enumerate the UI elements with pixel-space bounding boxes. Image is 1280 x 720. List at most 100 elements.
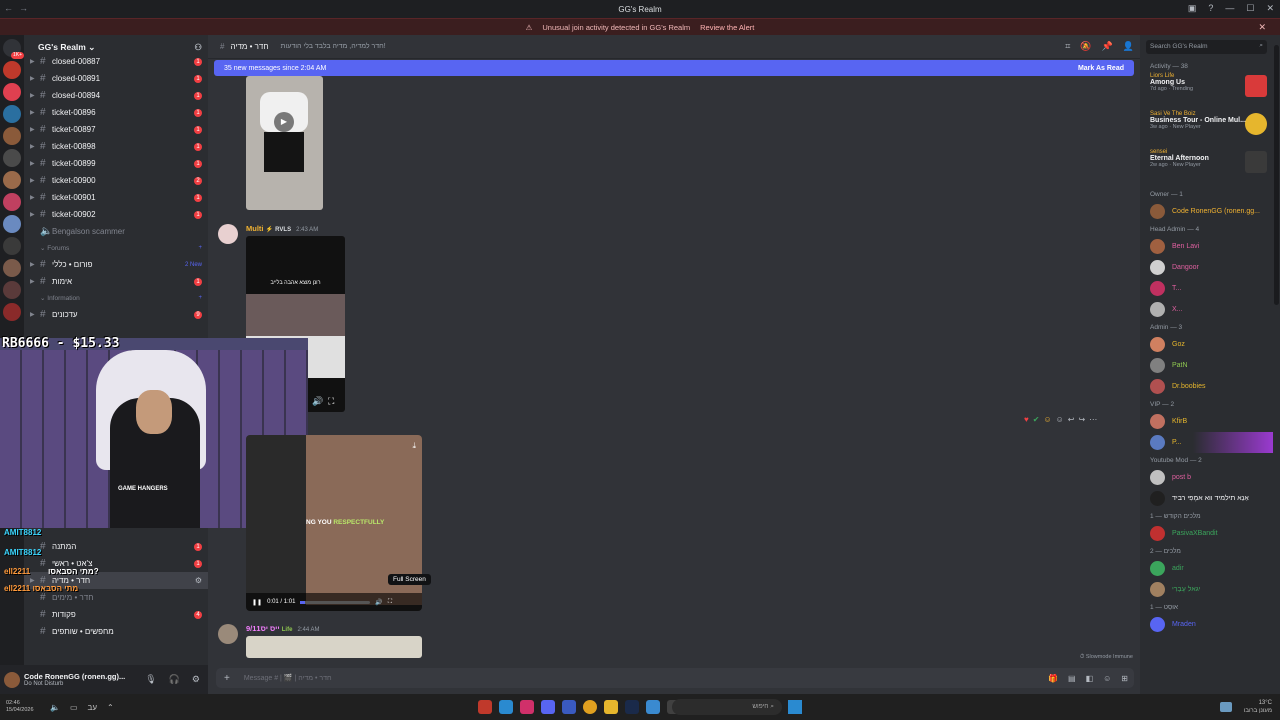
speaker-icon[interactable]: 🔈 (50, 703, 60, 712)
channel-item[interactable]: ▶ # ticket-00899 1 (24, 155, 208, 172)
channel-item[interactable]: ▶ # ticket-00901 1 (24, 189, 208, 206)
discord-app-icon[interactable] (541, 700, 555, 714)
channel-item[interactable]: ▶ # ticket-00898 1 (24, 138, 208, 155)
page-scrollbar[interactable] (1273, 35, 1280, 694)
app-icon[interactable] (499, 700, 513, 714)
add-reaction-icon[interactable]: ☺ (1056, 415, 1064, 424)
server-icon[interactable] (3, 171, 21, 189)
server-icon[interactable] (3, 105, 21, 123)
member-item[interactable]: יגאל עָבְרִי (1140, 579, 1273, 600)
member-item[interactable]: PatN (1140, 355, 1273, 376)
apps-icon[interactable]: ⊞ (1121, 674, 1128, 683)
steam-icon[interactable] (625, 700, 639, 714)
activity-card[interactable]: Liors Life Among Us 7d ago · Trending (1140, 73, 1273, 111)
channel-item[interactable]: ▶ # עדכונים 9 (24, 306, 208, 323)
close-alert-icon[interactable]: ✕ (1258, 22, 1266, 33)
server-icon[interactable] (3, 303, 21, 321)
voice-channel[interactable]: 🔈 Bengalson scammer (24, 223, 208, 240)
forward-arrow-icon[interactable]: → (19, 3, 28, 13)
pause-icon[interactable]: ❚❚ (252, 599, 262, 606)
channel-item[interactable]: ▶ # closed-00891 1 (24, 70, 208, 87)
emoji-react-icon[interactable]: ☺ (1043, 415, 1051, 424)
inbox-icon[interactable]: ▣ (1188, 3, 1197, 14)
member-item[interactable]: X... (1140, 299, 1273, 320)
avatar[interactable] (4, 671, 20, 688)
close-window-button[interactable]: ✕ (1266, 3, 1274, 14)
new-messages-bar[interactable]: 35 new messages since 2:04 AM Mark As Re… (214, 60, 1134, 76)
video-thumbnail[interactable]: ▶ (246, 76, 323, 210)
channel-item[interactable]: ▶ # פורום • כללי 2 New (24, 256, 208, 273)
channel-item[interactable]: ▶ # אימות 1 (24, 273, 208, 290)
member-item[interactable]: post b (1140, 467, 1273, 488)
channel-topic[interactable]: חדר למדיה, מדיה בלבד בלי הודעות! (281, 43, 386, 50)
member-item[interactable]: Mraden (1140, 614, 1273, 635)
chevron-up-icon[interactable]: ⌃ (107, 703, 114, 712)
channel-item[interactable]: ▶ # ticket-00897 1 (24, 121, 208, 138)
maximize-button[interactable]: ☐ (1246, 3, 1254, 14)
gear-icon[interactable]: ⚙ (192, 674, 200, 685)
gift-icon[interactable]: 🎁 (1048, 674, 1058, 683)
clock[interactable]: 02:46 15/04/2026 (6, 700, 34, 714)
app-icon[interactable] (520, 700, 534, 714)
category-information[interactable]: ⌄ Information + (24, 290, 208, 306)
channel-item[interactable]: # פקודות 4 (24, 606, 208, 623)
message-input[interactable]: Message # | 🎬 | חדר • מדיה (244, 674, 332, 682)
members-icon[interactable]: 👤 (1123, 41, 1134, 52)
emoji-icon[interactable]: ☺ (1103, 674, 1111, 683)
fullscreen-icon[interactable]: ⛶ (388, 599, 392, 606)
mute-bell-icon[interactable]: 🔕 (1080, 41, 1091, 52)
channel-item[interactable]: ▶ # ticket-00896 1 (24, 104, 208, 121)
folder-icon[interactable] (604, 700, 618, 714)
channel-item[interactable]: ▶ # closed-00894 1 (24, 87, 208, 104)
settings-gear-icon[interactable]: ⚙ (195, 576, 202, 585)
member-item[interactable]: Goz (1140, 334, 1273, 355)
pin-icon[interactable]: 📌 (1102, 41, 1113, 52)
reply-icon[interactable]: ↩ (1068, 415, 1075, 424)
add-channel-icon[interactable]: + (198, 245, 202, 251)
channel-item[interactable]: ▶ # ticket-00900 2 (24, 172, 208, 189)
download-icon[interactable]: ⤓ (412, 441, 416, 451)
avatar[interactable] (218, 224, 238, 244)
search-input[interactable]: Search GG's Realm ⌕ (1146, 40, 1267, 54)
scrollbar-thumb[interactable] (1274, 45, 1279, 305)
server-icon[interactable] (3, 259, 21, 277)
image-attachment[interactable] (246, 636, 422, 658)
channel-item[interactable]: # המתנה 1 (24, 538, 208, 555)
member-item[interactable]: KfirB (1140, 411, 1273, 432)
weather-widget[interactable]: 13°C מעונן ברובו (1244, 699, 1272, 715)
member-item[interactable]: Code RonenGG (ronen.gg... (1140, 201, 1273, 222)
member-item[interactable]: Dangoor (1140, 257, 1273, 278)
more-icon[interactable]: ⋯ (1089, 415, 1097, 424)
start-button[interactable] (788, 700, 802, 714)
add-person-icon[interactable]: ⚇ (194, 42, 202, 53)
message-composer[interactable]: + Message # | 🎬 | חדר • מדיה 🎁 ▤ ◧ ☺ ⊞ (216, 668, 1134, 688)
check-react-icon[interactable]: ✔ (1033, 415, 1040, 424)
member-item[interactable]: P... (1140, 432, 1273, 453)
channel-item[interactable]: ▶ # closed-00887 1 (24, 53, 208, 70)
member-item[interactable]: PasivaXBandit (1140, 523, 1273, 544)
mark-as-read-button[interactable]: Mark As Read (1078, 65, 1124, 72)
channel-item[interactable]: ▶ # ticket-00902 1 (24, 206, 208, 223)
server-icon[interactable] (3, 149, 21, 167)
server-icon[interactable] (3, 281, 21, 299)
member-item[interactable]: T... (1140, 278, 1273, 299)
language-indicator[interactable]: עב (88, 703, 97, 712)
threads-icon[interactable]: ⌗ (1065, 41, 1070, 52)
minimize-button[interactable]: — (1225, 3, 1234, 14)
volume-icon[interactable]: 🔊 (375, 599, 382, 606)
add-attachment-icon[interactable]: + (224, 673, 230, 684)
taskbar-search[interactable]: חיפוש ⌕ (672, 699, 782, 715)
seek-bar[interactable] (300, 600, 371, 604)
help-icon[interactable]: ? (1208, 3, 1213, 14)
app-icon[interactable] (562, 700, 576, 714)
server-icon[interactable] (3, 83, 21, 101)
volume-icon[interactable]: 🔊 (312, 396, 323, 407)
network-icon[interactable]: ▭ (70, 703, 78, 712)
play-icon[interactable]: ▶ (274, 112, 294, 132)
server-icon[interactable] (3, 237, 21, 255)
sticker-icon[interactable]: ◧ (1086, 674, 1094, 683)
app-icon[interactable] (478, 700, 492, 714)
gif-icon[interactable]: ▤ (1068, 674, 1076, 683)
category-forums[interactable]: ⌄ Forums + (24, 240, 208, 256)
forward-icon[interactable]: ↪ (1079, 415, 1086, 424)
